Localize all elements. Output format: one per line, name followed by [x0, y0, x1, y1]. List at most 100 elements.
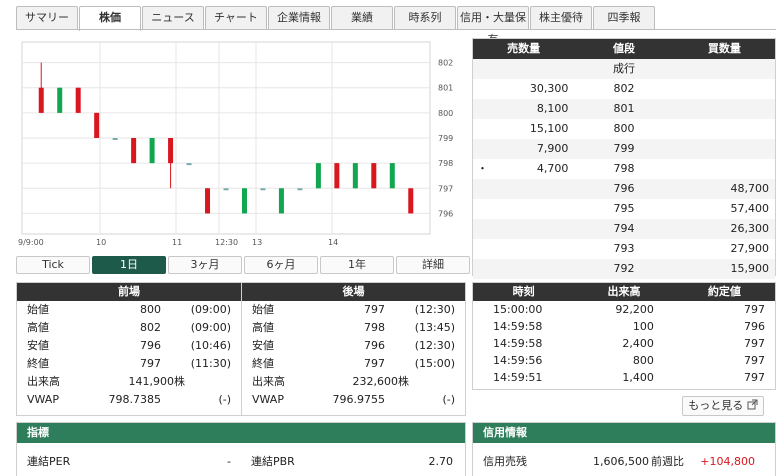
board-price[interactable]: 796 [574, 179, 673, 199]
board-price[interactable]: 793 [574, 239, 673, 259]
board-sell-qty[interactable]: 8,100 [473, 99, 574, 119]
session-row-label: 安値 [252, 339, 274, 352]
board-sell-qty[interactable] [473, 219, 574, 239]
tab-6[interactable]: 時系列 [394, 6, 456, 30]
board-price[interactable]: 799 [574, 139, 673, 159]
board-price[interactable]: 802 [574, 79, 673, 99]
board-price[interactable]: 794 [574, 219, 673, 239]
board-buy-qty[interactable]: 27,900 [674, 239, 775, 259]
session-row-time: (15:00) [414, 357, 455, 370]
candle-body [57, 87, 63, 113]
board-sell-qty[interactable] [473, 199, 574, 219]
session-row-time: (-) [218, 393, 231, 406]
candle-body [186, 163, 192, 166]
y-tick-label: 798 [438, 159, 453, 168]
board-sell-qty[interactable]: 4,700 [473, 159, 574, 179]
session-row-time: (12:30) [414, 339, 455, 352]
credit-row: 信用売残 1,606,500 前週比 +104,800 [473, 453, 775, 471]
range-button-3[interactable]: 6ヶ月 [244, 256, 318, 274]
board-price[interactable]: 792 [574, 259, 673, 279]
session-row-time: (13:45) [414, 321, 455, 334]
tick-price: 797 [744, 303, 766, 316]
tab-8[interactable]: 株主優待 [530, 6, 592, 30]
session-row: VWAP 798.7385 (-) [17, 391, 241, 409]
more-button-label: もっと見る [688, 399, 744, 412]
range-button-0[interactable]: Tick [16, 256, 90, 274]
tab-1[interactable]: 株価 [79, 6, 141, 31]
candle-body [352, 163, 358, 189]
range-button-4[interactable]: 1年 [320, 256, 394, 274]
board-price[interactable]: 798 [574, 159, 673, 179]
range-button-1[interactable]: 1日 [92, 256, 166, 274]
tab-9[interactable]: 四季報 [593, 6, 655, 30]
candle-body [241, 188, 247, 214]
session-row: 高値 798 (13:45) [242, 319, 465, 337]
board-buy-qty[interactable] [674, 99, 775, 119]
tab-7[interactable]: 信用・大量保有 [457, 6, 529, 46]
tab-4[interactable]: 企業情報 [268, 6, 330, 30]
board-sell-qty[interactable] [473, 179, 574, 199]
session-row-label: 終値 [27, 357, 49, 370]
session-row-label: 終値 [252, 357, 274, 370]
board-sell-qty[interactable] [473, 239, 574, 259]
range-buttons: Tick 1日 3ヶ月 6ヶ月 1年 詳細 [16, 256, 472, 274]
board-row: 792 15,900 [473, 259, 775, 279]
y-tick-label: 799 [438, 134, 453, 143]
per-value: - [227, 455, 231, 468]
session-row-time: (11:30) [190, 357, 231, 370]
board-buy-qty[interactable]: 26,300 [674, 219, 775, 239]
board-sell-qty[interactable]: 15,100 [473, 119, 574, 139]
board-buy-qty[interactable]: 48,700 [674, 179, 775, 199]
tick-row: 15:00:00 92,200 797 [473, 301, 775, 318]
session-row: 終値 797 (15:00) [242, 355, 465, 373]
session-afternoon-title: 後場 [242, 283, 465, 301]
board-sell-qty[interactable] [473, 259, 574, 279]
board-buy-qty[interactable] [674, 59, 775, 79]
tick-volume: 2,400 [622, 337, 654, 350]
tick-row: 14:59:58 2,400 797 [473, 335, 775, 352]
session-row-label: 出来高 [252, 375, 285, 388]
board-price[interactable]: 成行 [574, 59, 673, 79]
board-row: 成行 [473, 59, 775, 79]
x-tick-label: 9/9:00 [18, 238, 44, 247]
chart-canvas: 802 801 800 799 798 797 796 9/9:00 10 11 12:30 13 14 [18, 41, 453, 247]
session-row-value: 232,600株 [352, 375, 410, 388]
range-button-2[interactable]: 3ヶ月 [168, 256, 242, 274]
candle-body [131, 138, 137, 164]
x-tick-label: 10 [96, 238, 106, 247]
session-row-time: (10:46) [190, 339, 231, 352]
board-price[interactable]: 800 [574, 119, 673, 139]
candle-body [75, 87, 81, 113]
tick-volume: 100 [632, 320, 654, 333]
board-price[interactable]: 795 [574, 199, 673, 219]
order-board-header: 売数量 値段 買数量 [473, 39, 775, 59]
x-tick-label: 14 [328, 238, 338, 247]
tab-2[interactable]: ニュース [142, 6, 204, 30]
board-buy-qty[interactable] [674, 79, 775, 99]
tab-5[interactable]: 業績 [331, 6, 393, 30]
more-button[interactable]: もっと見る [682, 396, 764, 416]
board-buy-qty[interactable] [674, 139, 775, 159]
board-sell-qty[interactable]: 7,900 [473, 139, 574, 159]
board-buy-qty[interactable] [674, 159, 775, 179]
tab-3[interactable]: チャート [205, 6, 267, 30]
board-row: 793 27,900 [473, 239, 775, 259]
board-buy-qty[interactable]: 57,400 [674, 199, 775, 219]
board-sell-qty[interactable] [473, 59, 574, 79]
tick-volume: 92,200 [615, 303, 654, 316]
range-button-5[interactable]: 詳細 [396, 256, 470, 274]
credit-title: 信用情報 [473, 423, 775, 443]
board-buy-qty[interactable] [674, 119, 775, 139]
board-sell-qty[interactable]: 30,300 [473, 79, 574, 99]
tick-table-header: 時刻 出来高 約定値 [473, 283, 775, 301]
tab-0[interactable]: サマリー [16, 6, 78, 30]
candle-body [223, 188, 229, 191]
board-buy-qty[interactable]: 15,900 [674, 259, 775, 279]
board-price[interactable]: 801 [574, 99, 673, 119]
candle-body [278, 188, 284, 214]
session-morning: 前場 始値 800 (09:00) 高値 802 (09:00) 安値 796 (10:46) 終… [17, 283, 241, 415]
intraday-chart[interactable]: 802 801 800 799 798 797 796 9/9:00 10 11 12:30 13 14 [16, 40, 466, 250]
session-row-label: 安値 [27, 339, 49, 352]
candle-body [315, 163, 321, 189]
session-row: 安値 796 (12:30) [242, 337, 465, 355]
